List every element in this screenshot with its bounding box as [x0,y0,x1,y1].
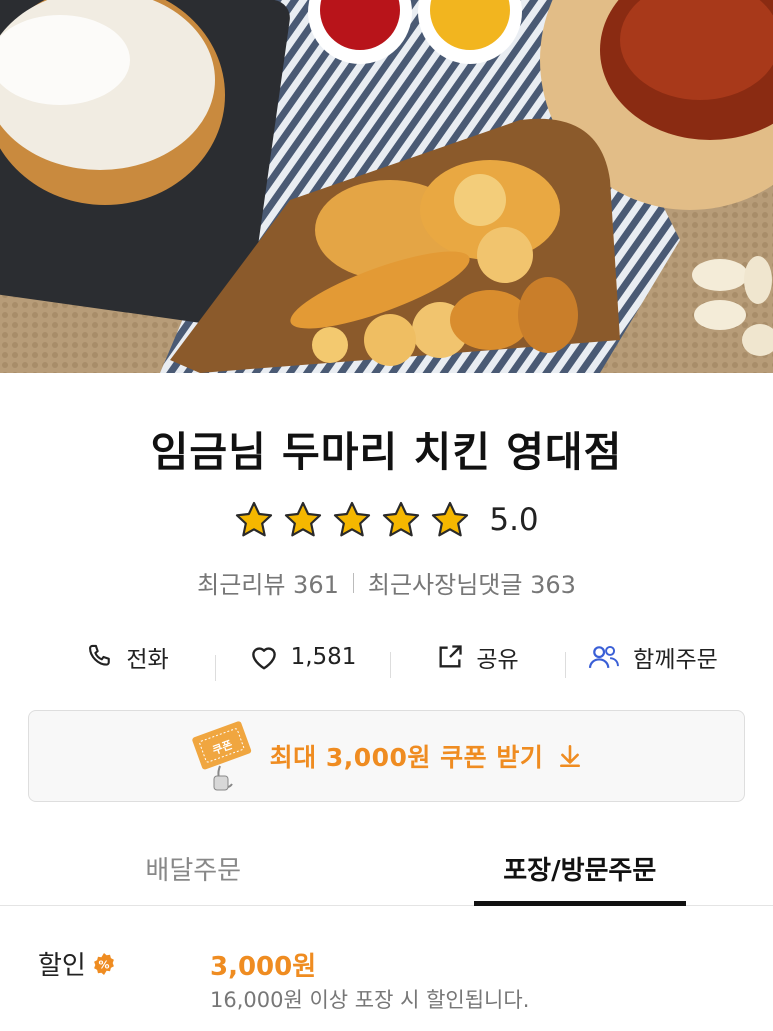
star-icon [383,501,420,537]
discount-row-label: 할인 % [38,945,116,982]
star-icon [236,501,273,537]
star-icon [432,501,469,537]
store-action-bar: 전화 1,581 공유 함께주문 [40,632,740,682]
group-order-button[interactable]: 함께주문 [565,640,740,678]
discount-badge-text: % [98,958,109,971]
discount-description: 16,000원 이상 포장 시 할인됩니다. [210,988,530,1012]
coupon-download-button[interactable]: 쿠폰 최대 3,000원 쿠폰 받기 [28,710,745,802]
star-icon [334,501,371,537]
order-type-tabs: 배달주문 포장/방문주문 [0,832,773,906]
call-label: 전화 [126,647,169,673]
store-name: 임금님 두마리 치킨 영대점 [150,428,623,476]
food-photo-illustration [0,0,773,373]
call-button[interactable]: 전화 [40,640,215,674]
discount-label: 할인 [38,951,86,981]
store-hero-image [0,0,773,373]
divider [352,572,354,593]
share-icon [439,645,462,668]
group-users-icon [589,645,620,669]
discount-amount: 3,000원 [210,952,317,982]
download-arrow-icon [560,744,581,768]
store-rating: 5.0 [0,500,773,540]
heart-icon [251,647,276,670]
tab-takeout[interactable]: 포장/방문주문 [387,832,773,906]
share-label: 공유 [476,647,519,673]
discount-badge-icon: % [93,952,114,975]
share-button[interactable]: 공유 [390,640,565,678]
coupon-label: 최대 3,000원 쿠폰 받기 [269,743,544,772]
like-button[interactable]: 1,581 [215,643,390,681]
owner-replies-link[interactable]: 최근사장님댓글 363 [368,565,576,600]
phone-icon [89,644,111,666]
star-icon [285,501,322,537]
group-order-label: 함께주문 [633,647,718,673]
recent-reviews-link[interactable]: 최근리뷰 361 [197,565,339,600]
tab-delivery[interactable]: 배달주문 [0,832,387,905]
review-summary: 최근리뷰 361 최근사장님댓글 363 [0,565,773,600]
rating-value: 5.0 [489,502,539,538]
coupon-ticket-icon: 쿠폰 [191,721,251,791]
like-count: 1,581 [290,644,357,670]
